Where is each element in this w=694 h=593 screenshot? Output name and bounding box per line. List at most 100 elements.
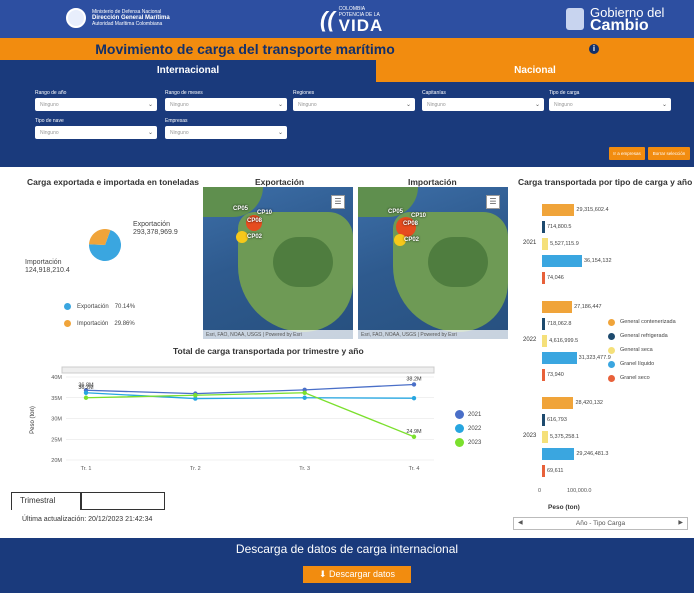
series-point[interactable] [302, 395, 307, 400]
filter-empresas: Empresas Ninguno ⌄ [165, 118, 287, 139]
x-tick-1: 100,000.0 [567, 488, 592, 494]
series-point[interactable] [193, 393, 198, 398]
x-tick-label: Tr. 1 [81, 466, 92, 472]
line-legend-item[interactable]: 2023 [455, 438, 481, 447]
chevron-down-icon: ⌄ [277, 130, 283, 136]
filter-tipo-carga: Tipo de carga Ninguno ⌄ [549, 90, 671, 111]
line-chart-title: Total de carga transportada por trimestr… [173, 346, 364, 356]
pie-legend-import[interactable]: Importación 29.86% [64, 320, 135, 327]
bar-value-label: 714,800.5 [547, 224, 572, 230]
tab-nacional[interactable]: Nacional [376, 60, 694, 82]
bar[interactable] [542, 448, 575, 460]
series-point[interactable] [411, 395, 417, 401]
series-point[interactable] [302, 390, 307, 395]
legend-label: Importación [77, 320, 109, 327]
chevron-left-icon[interactable]: ◀ [518, 518, 523, 529]
capitanias-select[interactable]: Ninguno ⌄ [422, 98, 544, 111]
bar[interactable] [542, 255, 582, 267]
rango-anio-select[interactable]: Ninguno ⌄ [35, 98, 157, 111]
gov-line2: Cambio [590, 17, 649, 34]
borrar-seleccion-button[interactable]: Borrar selección [648, 147, 690, 160]
chart-scrollbar[interactable] [61, 366, 435, 374]
tab-trimestral[interactable]: Trimestral [11, 492, 81, 510]
bar-x-axis-label: Peso (ton) [548, 504, 580, 511]
legend-label: Granel líquido [620, 361, 655, 367]
info-icon[interactable]: i [589, 44, 599, 54]
pie-chart [89, 229, 121, 261]
bar[interactable] [542, 465, 545, 477]
legend-dot [455, 438, 464, 447]
series-line-2021[interactable] [85, 383, 415, 395]
bar[interactable] [542, 431, 548, 443]
series-point[interactable] [411, 382, 417, 387]
map-legend-button[interactable]: ☰ [331, 195, 345, 209]
series-line-2023[interactable] [85, 392, 415, 438]
y-tick-label: 35M [51, 396, 62, 402]
legend-label: Exportación [77, 303, 109, 310]
series-point[interactable] [83, 390, 89, 395]
export-map[interactable]: CP05 CP10 CP08 CP02 ☰ Esri, FAO, NOAA, U… [203, 187, 353, 339]
line-legend-item[interactable]: 2021 [455, 410, 481, 419]
ministry-seal-icon [66, 8, 86, 28]
tab-blank[interactable] [81, 492, 165, 510]
data-label: 24.9M [406, 429, 422, 435]
download-label: Descargar datos [329, 569, 396, 579]
bar[interactable] [542, 301, 573, 313]
bar-legend-item[interactable]: Granel líquido [608, 361, 690, 368]
title-bar: Movimiento de carga del transporte marít… [0, 38, 694, 60]
bar[interactable] [542, 397, 574, 409]
series-point[interactable] [411, 434, 417, 439]
map-attribution: Esri, FAO, NOAA, USGS | Powered by Esri [358, 330, 508, 339]
tab-internacional[interactable]: Internacional [0, 60, 376, 82]
regiones-select[interactable]: Ninguno ⌄ [293, 98, 415, 111]
pie-legend-export[interactable]: Exportación 70.14% [64, 303, 135, 310]
import-map[interactable]: CP05 CP10 CP08 CP02 ☰ Esri, FAO, NOAA, U… [358, 187, 508, 339]
tipo-nave-select[interactable]: Ninguno ⌄ [35, 126, 157, 139]
government-header: Ministerio de Defensa Nacional Dirección… [0, 0, 694, 38]
legend-label: 2023 [468, 439, 482, 446]
pie-export-label: Exportación [133, 221, 170, 228]
legend-label: 2022 [468, 425, 482, 432]
map-label: CP08 [247, 218, 263, 224]
empresas-select[interactable]: Ninguno ⌄ [165, 126, 287, 139]
map-label: CP02 [404, 237, 420, 243]
bar[interactable] [542, 414, 545, 426]
chevron-right-icon[interactable]: ▶ [678, 518, 683, 529]
category-scroller[interactable]: ◀ Año - Tipo Carga ▶ [513, 517, 688, 530]
map-legend-button[interactable]: ☰ [486, 195, 500, 209]
chevron-down-icon: ⌄ [147, 130, 153, 136]
ministry-logo[interactable]: Ministerio de Defensa Nacional Dirección… [66, 8, 170, 28]
bar-legend-item[interactable]: Granel seco [608, 375, 690, 382]
rango-meses-select[interactable]: Ninguno ⌄ [165, 98, 287, 111]
bar[interactable] [542, 204, 575, 216]
bar-legend-item[interactable]: General refrigerada [608, 333, 690, 340]
bar-value-label: 5,375,258.1 [549, 434, 579, 440]
campaign-big: VIDA [338, 16, 384, 35]
bar-legend-item[interactable]: General seca [608, 347, 690, 354]
gov-cambio-logo[interactable]: Gobierno del Cambio [566, 6, 664, 34]
ir-empresas-button[interactable]: Ir a empresas [609, 147, 645, 160]
bar-value-label: 5,527,115.9 [550, 241, 579, 247]
series-point[interactable] [83, 395, 89, 400]
legend-label: 2021 [468, 411, 482, 418]
campaign-logo[interactable]: (( COLOMBIA POTENCIA DE LA VIDA [320, 6, 383, 34]
bar[interactable] [542, 272, 545, 284]
bar[interactable] [542, 335, 548, 347]
pie-export-value: 293,378,969.9 [133, 229, 178, 236]
page-title: Movimiento de carga del transporte marít… [95, 41, 395, 57]
download-button[interactable]: ⬇ Descargar datos [303, 566, 411, 583]
bar-value-label: 36,154,132 [584, 258, 612, 264]
bar-legend-item[interactable]: General contenerizada [608, 319, 690, 326]
tipo-carga-select[interactable]: Ninguno ⌄ [549, 98, 671, 111]
bar[interactable] [542, 238, 549, 250]
filter-label: Regiones [293, 90, 315, 96]
line-legend-item[interactable]: 2022 [455, 424, 481, 433]
import-map-title: Importación [408, 177, 457, 187]
x-tick-label: Tr. 2 [190, 466, 201, 472]
chevron-down-icon: ⌄ [534, 102, 540, 108]
bar[interactable] [542, 352, 577, 364]
bar[interactable] [542, 221, 545, 233]
export-map-title: Exportación [255, 177, 305, 187]
bar[interactable] [542, 369, 545, 381]
bar[interactable] [542, 318, 545, 330]
